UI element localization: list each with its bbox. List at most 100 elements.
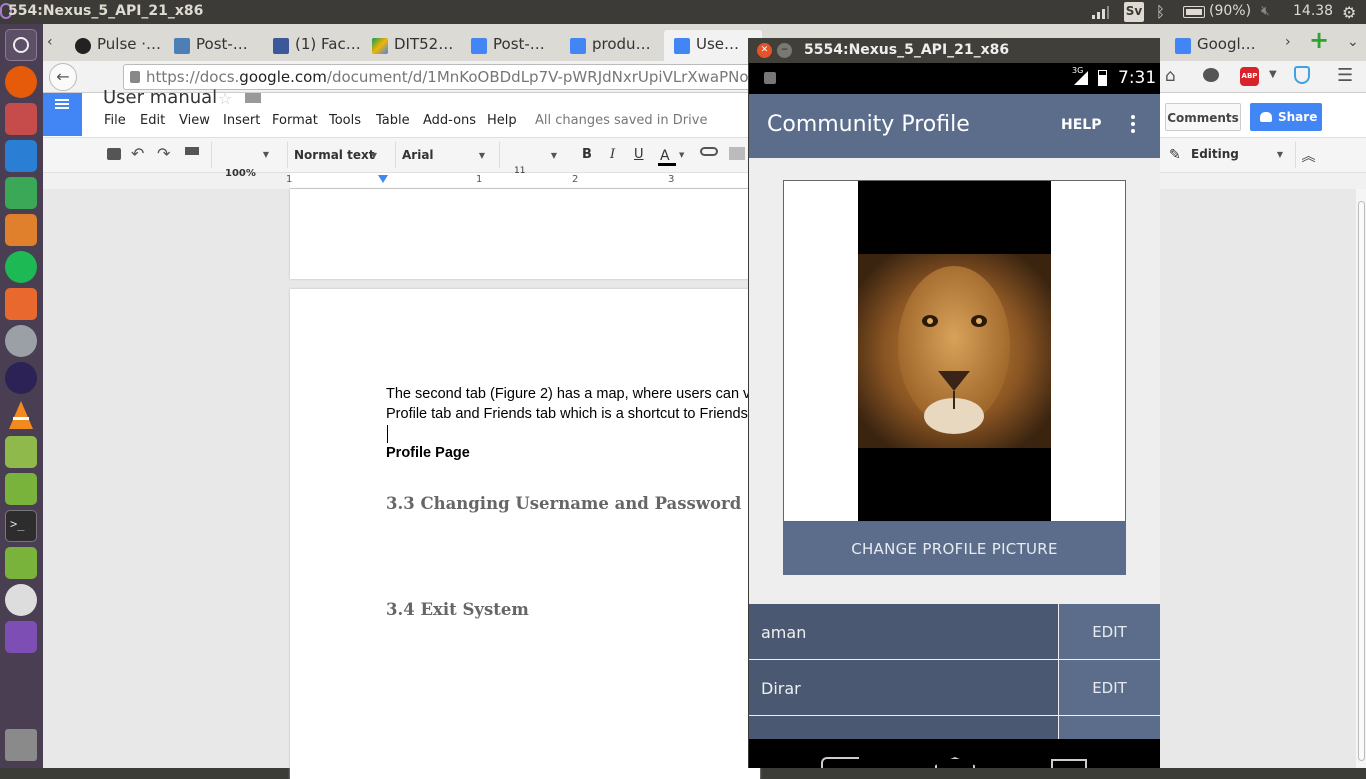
document-title[interactable]: User manual [103, 87, 217, 108]
docs-icon [570, 38, 586, 54]
vlc-icon[interactable] [5, 399, 37, 431]
menu-edit[interactable]: Edit [140, 113, 165, 128]
document-page-previous[interactable] [290, 189, 760, 279]
network-signal-icon[interactable] [1090, 5, 1110, 19]
undo-icon[interactable]: ↶ [131, 144, 144, 163]
chat-icon[interactable] [1203, 68, 1219, 82]
system-gear-icon[interactable]: ⚙ [1342, 3, 1356, 22]
zoom-select[interactable]: ▼ [211, 142, 273, 168]
ruler-scale[interactable]: 1 1 2 3 [286, 173, 750, 189]
tab-produ[interactable]: produ… [560, 30, 658, 61]
redo-icon[interactable]: ↷ [157, 144, 170, 163]
shield-icon[interactable] [1294, 66, 1310, 84]
file-cabinet-icon[interactable] [5, 103, 37, 135]
font-size-select[interactable]: ▼ [499, 142, 561, 168]
menu-file[interactable]: File [104, 113, 126, 128]
save-status[interactable]: All changes saved in Drive [535, 113, 707, 128]
adblock-plus-icon[interactable]: ABP [1240, 67, 1259, 86]
system-settings-icon[interactable] [5, 325, 37, 357]
tab-google[interactable]: Googl… [1165, 30, 1275, 61]
trash-icon[interactable] [5, 729, 37, 761]
tab-drive[interactable]: DIT52… [362, 30, 460, 61]
android-studio-icon[interactable] [5, 473, 37, 505]
share-button[interactable]: Share [1250, 103, 1322, 131]
paragraph-style-select[interactable]: Normal text ▼ [287, 142, 381, 168]
minimize-icon[interactable]: − [777, 43, 792, 58]
overflow-menu-icon[interactable] [1131, 115, 1135, 119]
heading-3-3[interactable]: 3.3 Changing Username and Password [386, 494, 741, 513]
dash-home-icon[interactable] [5, 29, 37, 61]
zoom-level[interactable]: 100% [225, 168, 256, 179]
calc-spreadsheet-icon[interactable] [5, 177, 37, 209]
scrollbar-thumb[interactable] [1358, 201, 1365, 761]
spotify-icon[interactable] [5, 251, 37, 283]
writer-document-icon[interactable] [5, 140, 37, 172]
menu-view[interactable]: View [179, 113, 210, 128]
browser-menu-icon[interactable]: ☰ [1337, 65, 1353, 86]
viber-app-icon[interactable] [5, 621, 37, 653]
print-icon[interactable] [107, 148, 121, 160]
indent-marker-icon[interactable] [378, 175, 388, 183]
friend-name: Dirar [749, 660, 1058, 715]
paint-format-icon[interactable] [185, 147, 199, 155]
menu-format[interactable]: Format [272, 113, 318, 128]
comment-icon[interactable] [729, 147, 745, 160]
android-emulator-icon[interactable] [5, 547, 37, 579]
document-page-current[interactable]: The second tab (Figure 2) has a map, whe… [290, 289, 760, 779]
url-bar[interactable]: https://docs.google.com/document/d/1MnKo… [123, 64, 783, 90]
menu-table[interactable]: Table [376, 113, 410, 128]
menu-help[interactable]: Help [487, 113, 517, 128]
edit-friend-button[interactable]: EDIT [1059, 660, 1160, 715]
bluetooth-icon[interactable]: ᛒ [1156, 3, 1165, 21]
recents-key-icon[interactable] [1051, 759, 1087, 768]
pencil-icon[interactable]: ✎ [1169, 147, 1181, 163]
update-manager-icon[interactable] [5, 584, 37, 616]
eclipse-icon[interactable] [5, 362, 37, 394]
body-paragraph[interactable]: The second tab (Figure 2) has a map, whe… [386, 384, 760, 463]
firefox-icon[interactable] [5, 66, 37, 98]
folder-icon[interactable] [245, 93, 261, 103]
text-color-button[interactable]: A ▼ [658, 145, 684, 167]
editing-mode-select[interactable]: Editing ▼ [1191, 147, 1283, 161]
home-icon[interactable]: ⌂ [1165, 66, 1176, 86]
clock[interactable]: 14.38 [1293, 3, 1333, 19]
link-icon[interactable] [700, 147, 718, 156]
menu-addons[interactable]: Add-ons [423, 113, 476, 128]
battery-icon[interactable] [1183, 6, 1205, 18]
profile-picture[interactable] [858, 181, 1051, 521]
edit-friend-button[interactable]: EDIT [1059, 604, 1160, 659]
tabs-scroll-left-icon[interactable]: ‹ [47, 34, 53, 50]
menu-tools[interactable]: Tools [329, 113, 361, 128]
font-family-select[interactable]: Arial ▼ [395, 142, 489, 168]
bold-button[interactable]: B [582, 147, 592, 162]
document-scrollbar[interactable] [1356, 189, 1366, 768]
volume-muted-icon[interactable]: 🔇︎ [1261, 3, 1270, 19]
back-key-icon[interactable] [821, 757, 859, 768]
menu-insert[interactable]: Insert [223, 113, 260, 128]
keyboard-layout-indicator[interactable]: Sv [1124, 2, 1144, 22]
tabs-scroll-right-icon[interactable]: › [1285, 34, 1291, 50]
impress-presentation-icon[interactable] [5, 214, 37, 246]
tab-pulse[interactable]: Pulse ·… [65, 30, 163, 61]
collapse-menus-icon[interactable]: ︽ [1295, 142, 1321, 168]
star-icon[interactable]: ☆ [218, 89, 232, 108]
italic-button[interactable]: I [610, 147, 615, 162]
download-icon[interactable] [5, 436, 37, 468]
terminal-icon[interactable]: >_ [5, 510, 37, 542]
software-center-icon[interactable] [5, 288, 37, 320]
tab-list-icon[interactable]: ⌄ [1347, 34, 1359, 50]
tab-post-2[interactable]: Post-… [461, 30, 559, 61]
change-profile-picture-button[interactable]: CHANGE PROFILE PICTURE [783, 522, 1126, 575]
underline-button[interactable]: U [634, 147, 644, 162]
comments-button[interactable]: Comments [1165, 103, 1241, 131]
home-key-icon[interactable] [935, 757, 975, 768]
docs-logo[interactable] [43, 93, 82, 136]
close-icon[interactable]: ✕ [757, 43, 772, 58]
new-tab-icon[interactable]: + [1309, 26, 1329, 54]
tab-post-1[interactable]: Post-… [164, 30, 262, 61]
heading-3-4[interactable]: 3.4 Exit System [386, 600, 529, 619]
tab-facebook[interactable]: (1) Fac… [263, 30, 361, 61]
back-button[interactable]: ← [49, 63, 77, 91]
adblock-dropdown-icon[interactable]: ▼ [1269, 69, 1277, 80]
help-button[interactable]: HELP [1061, 117, 1101, 133]
